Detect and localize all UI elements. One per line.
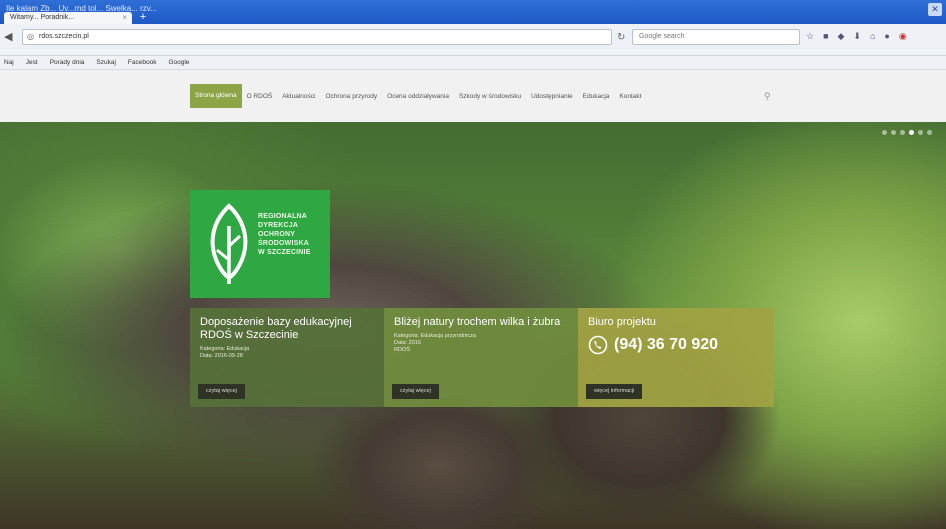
project-office-card: Biuro projektu (94) 36 70 920 więcej inf… <box>578 308 774 407</box>
leaf-logo-icon <box>210 203 248 284</box>
new-tab-button[interactable]: + <box>136 11 150 23</box>
back-arrow-icon[interactable]: ◀ <box>4 30 18 44</box>
logo-line: DYREKCJA <box>258 222 299 229</box>
bookmark-item[interactable]: Google <box>168 56 189 69</box>
card-meta-line: Data: 2016 <box>394 340 421 346</box>
news-card: Doposażenie bazy edukacyjnej RDOŚ w Szcz… <box>190 308 384 407</box>
bookmark-icon[interactable]: ■ <box>823 31 828 42</box>
logo-line: OCHRONY <box>258 231 296 238</box>
browser-toolbar: ◀ ◎ rdos.szczecin.pl ↻ Google search ☆ ■… <box>0 24 946 56</box>
site-logo[interactable]: REGIONALNA DYREKCJA OCHRONY ŚRODOWISKA W… <box>190 190 330 298</box>
card-meta-line: Kategoria: Edukacja przyrodnicza <box>394 333 476 339</box>
toolbar-icons: ☆ ■ ◆ ⬇ ⌂ ● ◉ <box>806 31 907 42</box>
star-icon[interactable]: ☆ <box>806 31 814 42</box>
card-meta-line: RDOŚ <box>394 347 410 353</box>
nav-item-information[interactable]: Udostępnianie <box>526 93 578 100</box>
reload-icon[interactable]: ↻ <box>617 32 625 43</box>
nav-item-impact-assessment[interactable]: Ocena oddziaływania <box>382 93 454 100</box>
home-icon[interactable]: ⌂ <box>870 31 875 42</box>
address-bar-url: rdos.szczecin.pl <box>39 33 89 40</box>
bookmark-item[interactable]: Naj <box>4 56 14 69</box>
search-bar[interactable]: Google search <box>632 29 800 45</box>
download-icon[interactable]: ⬇ <box>853 31 861 42</box>
nav-item-home[interactable]: Strona główna <box>190 84 242 108</box>
nav-item-news[interactable]: Aktualności <box>277 93 320 100</box>
bookmark-item[interactable]: Porady dnia <box>50 56 85 69</box>
search-icon[interactable]: ⚲ <box>764 91 771 102</box>
card-meta: Kategoria: Edukacja przyrodnicza Data: 2… <box>394 333 568 354</box>
nav-item-education[interactable]: Edukacja <box>578 93 615 100</box>
shield-icon[interactable]: ◆ <box>838 31 845 42</box>
card-title[interactable]: Doposażenie bazy edukacyjnej RDOŚ w Szcz… <box>200 316 374 342</box>
logo-line: ŚRODOWISKA <box>258 240 309 247</box>
phone-icon <box>588 335 608 355</box>
read-more-button[interactable]: czytaj więcej <box>392 384 439 399</box>
bookmark-item[interactable]: Szukaj <box>96 56 116 69</box>
card-meta-line: Data: 2016-09-28 <box>200 353 243 359</box>
read-more-button[interactable]: czytaj więcej <box>198 384 245 399</box>
menu-icon[interactable]: ◉ <box>899 31 907 42</box>
site-header: Strona główna O RDOŚ Aktualności Ochrona… <box>0 70 946 122</box>
card-title[interactable]: Bliżej natury trochem wilka i żubra <box>394 316 568 329</box>
nav-item-about[interactable]: O RDOŚ <box>242 93 278 100</box>
card-title: Biuro projektu <box>588 316 656 328</box>
nav-item-environmental-damage[interactable]: Szkody w środowisku <box>454 93 526 100</box>
tab-title: Witamy... Poradnik... <box>10 14 75 21</box>
main-navigation: Strona główna O RDOŚ Aktualności Ochrona… <box>190 84 646 108</box>
slider-dot[interactable] <box>927 130 932 135</box>
slider-dot[interactable] <box>918 130 923 135</box>
nav-item-nature-protection[interactable]: Ochrona przyrody <box>320 93 382 100</box>
logo-text: REGIONALNA DYREKCJA OCHRONY ŚRODOWISKA W… <box>258 212 311 257</box>
phone-number[interactable]: (94) 36 70 920 <box>588 335 764 355</box>
logo-line: REGIONALNA <box>258 213 308 220</box>
slider-pagination <box>882 130 932 135</box>
slider-dot-active[interactable] <box>909 130 914 135</box>
nav-item-contact[interactable]: Kontakt <box>614 93 646 100</box>
news-card: Bliżej natury trochem wilka i żubra Kate… <box>384 308 578 407</box>
slider-dot[interactable] <box>891 130 896 135</box>
window-close-button[interactable]: ✕ <box>928 3 942 16</box>
browser-title-bar: Ile kalam Zb... Uv...rnd tol... Swelka..… <box>0 0 946 24</box>
globe-icon: ◎ <box>27 32 34 41</box>
phone-number-text: (94) 36 70 920 <box>614 336 719 353</box>
tab-close-icon[interactable]: × <box>122 13 127 22</box>
logo-line: W SZCZECINIE <box>258 249 311 256</box>
bookmark-item[interactable]: Facebook <box>128 56 157 69</box>
bookmark-item[interactable]: Jest <box>26 56 38 69</box>
extension-icon[interactable]: ● <box>884 31 889 42</box>
more-info-button[interactable]: więcej informacji <box>586 384 643 399</box>
browser-tab[interactable]: Witamy... Poradnik... × <box>4 12 132 24</box>
slider-dot[interactable] <box>882 130 887 135</box>
slider-dot[interactable] <box>900 130 905 135</box>
card-meta-line: Kategoria: Edukacja <box>200 346 250 352</box>
address-bar[interactable]: ◎ rdos.szczecin.pl <box>22 29 612 45</box>
search-bar-placeholder: Google search <box>639 33 685 40</box>
bookmarks-bar: Naj Jest Porady dnia Szukaj Facebook Goo… <box>0 56 946 70</box>
card-meta: Kategoria: Edukacja Data: 2016-09-28 <box>200 346 374 360</box>
